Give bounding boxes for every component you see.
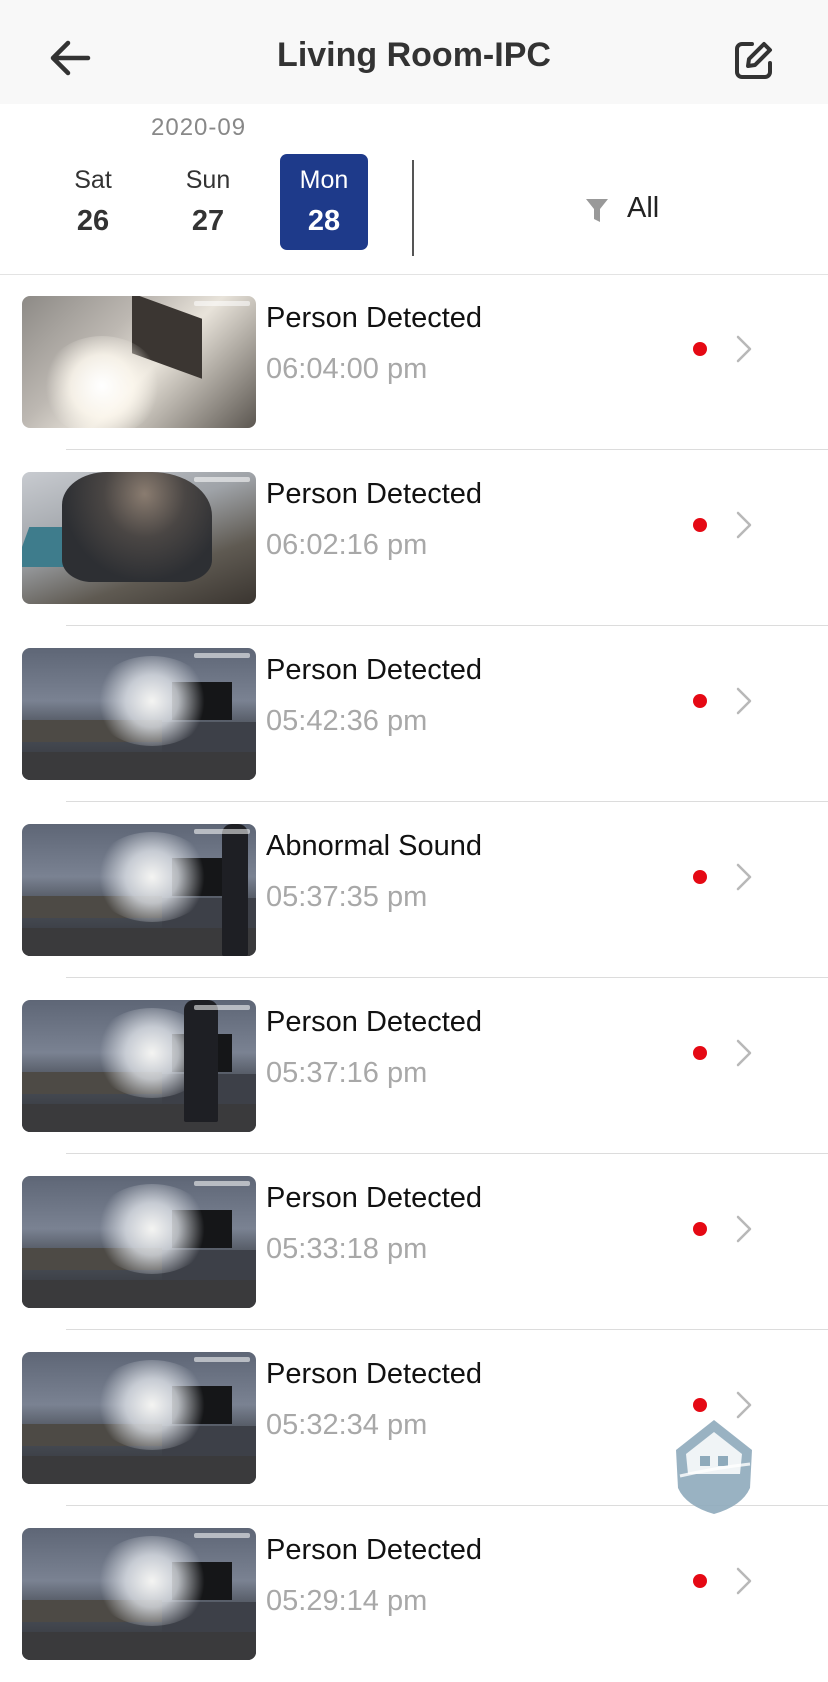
event-time: 05:32:34 pm (266, 1409, 428, 1441)
unread-dot (693, 1046, 707, 1060)
event-title: Person Detected (266, 1006, 483, 1038)
house-shield-watermark-icon (676, 1420, 752, 1514)
unread-dot (693, 1222, 707, 1236)
event-row[interactable]: Person Detected 05:29:14 pm (0, 1506, 828, 1682)
day-sun-27[interactable]: Sun 27 (164, 154, 252, 250)
unread-dot (693, 1574, 707, 1588)
event-time: 05:42:36 pm (266, 705, 428, 737)
unread-dot (693, 694, 707, 708)
event-title: Person Detected (266, 1182, 483, 1214)
event-thumbnail (22, 296, 256, 428)
day-number: 27 (191, 205, 225, 237)
unread-dot (693, 870, 707, 884)
day-of-week: Mon (299, 166, 349, 194)
unread-dot (693, 518, 707, 532)
event-time: 05:29:14 pm (266, 1585, 428, 1617)
event-row[interactable]: Person Detected 06:04:00 pm (0, 274, 828, 450)
event-thumbnail (22, 1352, 256, 1484)
day-number: 26 (76, 205, 110, 237)
day-of-week: Sun (185, 166, 231, 194)
event-time: 05:37:16 pm (266, 1057, 428, 1089)
edit-square-icon (735, 42, 772, 79)
page-title: Living Room-IPC (277, 36, 551, 74)
event-time: 05:37:35 pm (266, 881, 428, 913)
event-title: Person Detected (266, 654, 483, 686)
chevron-right-icon (736, 511, 752, 539)
day-of-week: Sat (74, 166, 112, 194)
chevron-right-icon (736, 1039, 752, 1067)
event-title: Person Detected (266, 1534, 483, 1566)
event-row[interactable]: Person Detected 05:37:16 pm (0, 978, 828, 1154)
event-row[interactable]: Person Detected 05:42:36 pm (0, 626, 828, 802)
event-thumbnail (22, 1176, 256, 1308)
unread-dot (693, 342, 707, 356)
event-thumbnail (22, 1000, 256, 1132)
edit-button[interactable] (730, 36, 778, 84)
event-title: Person Detected (266, 302, 483, 334)
event-row[interactable]: Person Detected 06:02:16 pm (0, 450, 828, 626)
event-thumbnail (22, 472, 256, 604)
day-sat-26[interactable]: Sat 26 (49, 154, 137, 250)
event-title: Person Detected (266, 478, 483, 510)
day-mon-28[interactable]: Mon 28 (280, 154, 368, 250)
filter-label: All (627, 192, 660, 224)
divider (412, 160, 414, 256)
month-label: 2020-09 (151, 114, 247, 141)
event-thumbnail (22, 1528, 256, 1660)
event-title: Abnormal Sound (266, 830, 483, 862)
top-bar: Living Room-IPC (0, 0, 828, 104)
chevron-right-icon (736, 863, 752, 891)
chevron-right-icon (736, 1215, 752, 1243)
chevron-right-icon (736, 1567, 752, 1595)
event-title: Person Detected (266, 1358, 483, 1390)
funnel-icon (586, 199, 608, 222)
event-row[interactable]: Person Detected 05:33:18 pm (0, 1154, 828, 1330)
date-selector: 2020-09 Sat 26 Sun 27 Mon 28 All (0, 104, 828, 275)
event-row[interactable]: Abnormal Sound 05:37:35 pm (0, 802, 828, 978)
event-thumbnail (22, 824, 256, 956)
event-time: 05:33:18 pm (266, 1233, 428, 1265)
event-time: 06:02:16 pm (266, 529, 428, 561)
event-thumbnail (22, 648, 256, 780)
unread-dot (693, 1398, 707, 1412)
chevron-right-icon (736, 687, 752, 715)
day-number: 28 (307, 205, 341, 237)
chevron-right-icon (736, 335, 752, 363)
event-time: 06:04:00 pm (266, 353, 428, 385)
